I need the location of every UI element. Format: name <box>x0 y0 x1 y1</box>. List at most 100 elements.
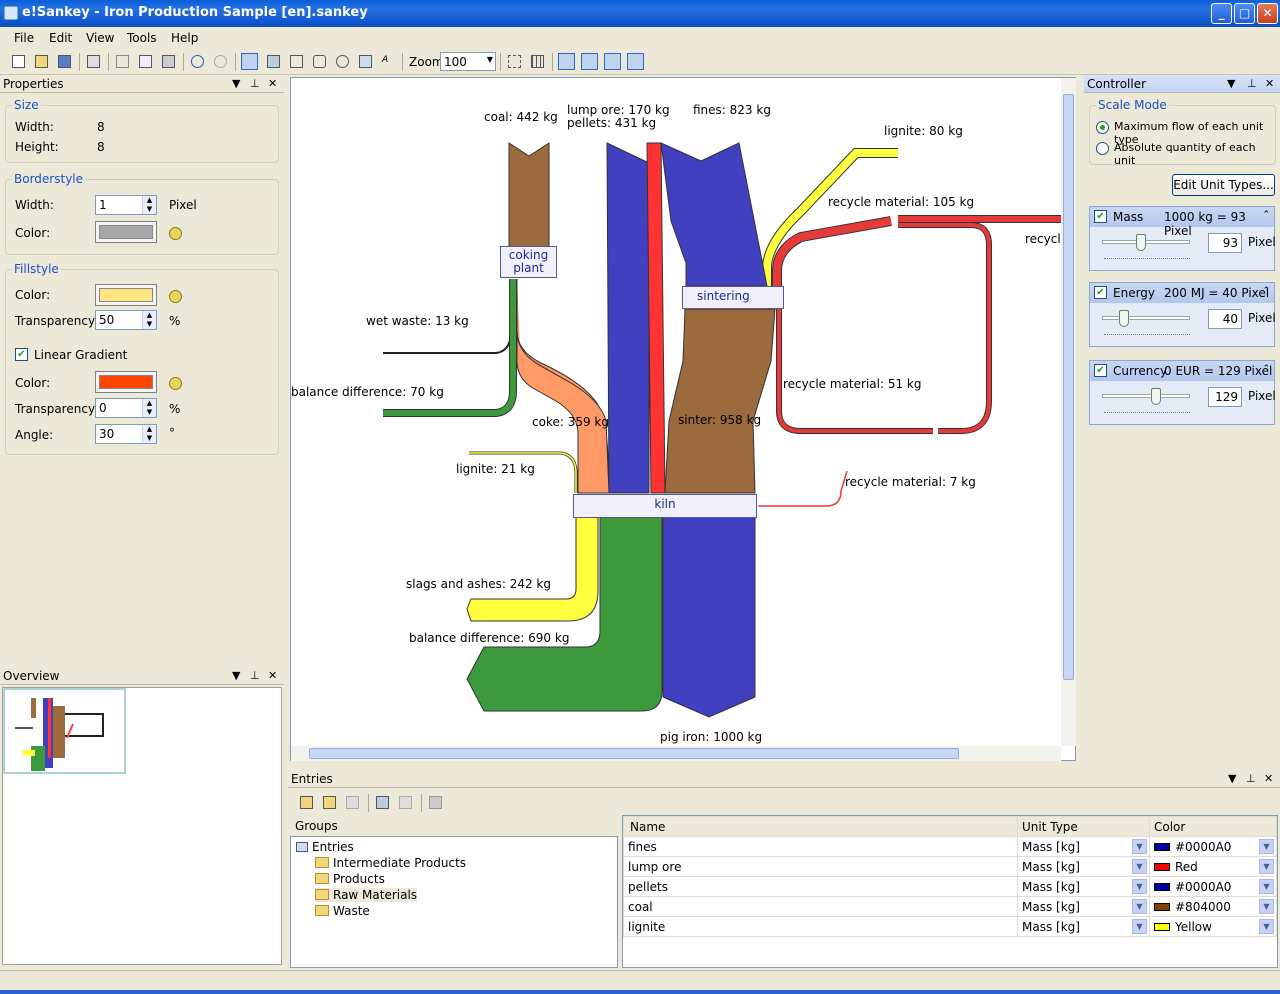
pin-icon[interactable]: ⊥ <box>250 77 260 90</box>
menu-help[interactable]: Help <box>171 31 198 45</box>
pin-icon[interactable]: ⊥ <box>1246 772 1256 785</box>
energy-slider[interactable] <box>1102 310 1190 327</box>
gradient-angle-input[interactable]: 30 ▲ ▼ <box>95 424 157 444</box>
panel-dropdown-icon[interactable]: ▼ <box>232 669 240 682</box>
minimize-button[interactable]: _ <box>1211 3 1232 24</box>
energy-slider-thumb[interactable] <box>1119 310 1129 327</box>
menu-view[interactable]: View <box>86 31 114 45</box>
fill-transparency-input[interactable]: 50 ▲ ▼ <box>95 310 157 330</box>
scale-mode-max-radio[interactable] <box>1096 121 1109 134</box>
node-kiln[interactable]: kiln <box>573 494 757 518</box>
print-icon[interactable] <box>85 53 102 70</box>
remove-group-icon[interactable] <box>344 794 361 811</box>
node-sintering[interactable]: sintering <box>682 286 784 309</box>
linear-gradient-checkbox[interactable]: ✔ <box>15 348 28 361</box>
currency-pixel-input[interactable]: 129 <box>1208 387 1242 407</box>
tree-item-intermediate[interactable]: Intermediate Products <box>315 856 466 870</box>
add-group-icon[interactable] <box>298 794 315 811</box>
add-folder-icon[interactable] <box>321 794 338 811</box>
column-header-unit-type[interactable]: Unit Type <box>1017 816 1150 837</box>
tree-item-raw-materials[interactable]: Raw Materials <box>315 888 418 902</box>
table-row[interactable]: pellets Mass [kg] ▼ #0000A0 ▼ <box>623 876 1277 897</box>
table-row[interactable]: fines Mass [kg] ▼ #0000A0 ▼ <box>623 836 1277 857</box>
panel-close-icon[interactable]: ✕ <box>1265 77 1274 90</box>
node-tool-icon[interactable] <box>265 53 282 70</box>
border-color-picker[interactable] <box>95 221 157 243</box>
cell-color[interactable]: #0000A0 ▼ <box>1149 876 1277 897</box>
rectangle-tool-icon[interactable] <box>288 53 305 70</box>
open-icon[interactable] <box>33 53 50 70</box>
currency-slider-thumb[interactable] <box>1151 388 1161 405</box>
gradient-transparency-input[interactable]: 0 ▲ ▼ <box>95 398 157 418</box>
pin-icon[interactable]: ⊥ <box>1247 77 1257 90</box>
unit-mass-checkbox[interactable]: ✔ <box>1094 210 1107 223</box>
groups-tree[interactable]: Entries Intermediate Products Products R… <box>290 836 618 968</box>
panel-close-icon[interactable]: ✕ <box>268 77 277 90</box>
layout-3-icon[interactable] <box>604 53 621 70</box>
cell-color[interactable]: #804000 ▼ <box>1149 896 1277 917</box>
collapse-icon[interactable]: ⌃ <box>1262 364 1270 374</box>
save-icon[interactable] <box>56 53 73 70</box>
select-pointer-icon[interactable] <box>241 53 258 70</box>
cell-unit-type[interactable]: Mass [kg] ▼ <box>1017 856 1150 877</box>
panel-close-icon[interactable]: ✕ <box>268 669 277 682</box>
column-header-name[interactable]: Name <box>623 816 1018 837</box>
cell-unit-type[interactable]: Mass [kg] ▼ <box>1017 896 1150 917</box>
layout-1-icon[interactable] <box>558 53 575 70</box>
maximize-button[interactable]: □ <box>1234 3 1255 24</box>
border-width-input[interactable]: 1 ▲ ▼ <box>95 195 157 215</box>
cell-color[interactable]: #0000A0 ▼ <box>1149 836 1277 857</box>
undo-icon[interactable] <box>189 53 206 70</box>
unit-energy-checkbox[interactable]: ✔ <box>1094 286 1107 299</box>
collapse-icon[interactable]: ⌃ <box>1262 210 1270 220</box>
table-row[interactable]: lignite Mass [kg] ▼ Yellow ▼ <box>623 916 1277 937</box>
unit-currency-checkbox[interactable]: ✔ <box>1094 364 1107 377</box>
add-entry-icon[interactable] <box>374 794 391 811</box>
currency-slider[interactable] <box>1102 388 1190 405</box>
image-tool-icon[interactable] <box>357 53 374 70</box>
node-coking-plant[interactable]: coking plant <box>500 246 557 278</box>
new-icon[interactable] <box>10 53 27 70</box>
ellipse-tool-icon[interactable] <box>334 53 351 70</box>
remove-entry-icon[interactable] <box>397 794 414 811</box>
mass-slider[interactable] <box>1102 234 1190 251</box>
menu-file[interactable]: File <box>14 31 34 45</box>
menu-edit[interactable]: Edit <box>49 31 72 45</box>
fill-color-picker[interactable] <box>95 284 157 306</box>
copy-icon[interactable] <box>137 53 154 70</box>
text-tool-icon[interactable]: A <box>380 53 397 70</box>
cut-icon[interactable] <box>114 53 131 70</box>
entry-properties-icon[interactable] <box>427 794 444 811</box>
palette-icon[interactable] <box>169 290 182 303</box>
tree-root[interactable]: Entries <box>296 840 354 854</box>
cell-color[interactable]: Red ▼ <box>1149 856 1277 877</box>
cell-unit-type[interactable]: Mass [kg] ▼ <box>1017 876 1150 897</box>
panel-close-icon[interactable]: ✕ <box>1264 772 1273 785</box>
column-header-color[interactable]: Color <box>1149 816 1277 837</box>
diagram-canvas[interactable]: coking plant sintering kiln coal: 442 kg… <box>290 77 1076 761</box>
mass-slider-thumb[interactable] <box>1136 234 1146 251</box>
cell-unit-type[interactable]: Mass [kg] ▼ <box>1017 916 1150 937</box>
table-row[interactable]: coal Mass [kg] ▼ #804000 ▼ <box>623 896 1277 917</box>
menu-tools[interactable]: Tools <box>127 31 157 45</box>
fit-page-icon[interactable] <box>506 53 523 70</box>
panel-dropdown-icon[interactable]: ▼ <box>1228 772 1236 785</box>
pin-icon[interactable]: ⊥ <box>250 669 260 682</box>
layout-4-icon[interactable] <box>627 53 644 70</box>
layout-2-icon[interactable] <box>581 53 598 70</box>
mass-pixel-input[interactable]: 93 <box>1208 233 1242 253</box>
palette-icon[interactable] <box>169 377 182 390</box>
cell-color[interactable]: Yellow ▼ <box>1149 916 1277 937</box>
panel-dropdown-icon[interactable]: ▼ <box>232 77 240 90</box>
horizontal-scrollbar[interactable] <box>291 746 1061 761</box>
zoom-select[interactable]: 100 ▼ <box>440 52 496 71</box>
table-row[interactable]: lump ore Mass [kg] ▼ Red ▼ <box>623 856 1277 877</box>
close-button[interactable]: ✕ <box>1257 3 1278 24</box>
panel-dropdown-icon[interactable]: ▼ <box>1227 77 1235 90</box>
scale-mode-abs-radio[interactable] <box>1096 142 1109 155</box>
overview-thumbnail[interactable] <box>3 688 127 774</box>
gradient-color-picker[interactable] <box>95 371 157 393</box>
collapse-icon[interactable]: ⌃ <box>1262 286 1270 296</box>
energy-pixel-input[interactable]: 40 <box>1208 309 1242 329</box>
tree-item-products[interactable]: Products <box>315 872 385 886</box>
